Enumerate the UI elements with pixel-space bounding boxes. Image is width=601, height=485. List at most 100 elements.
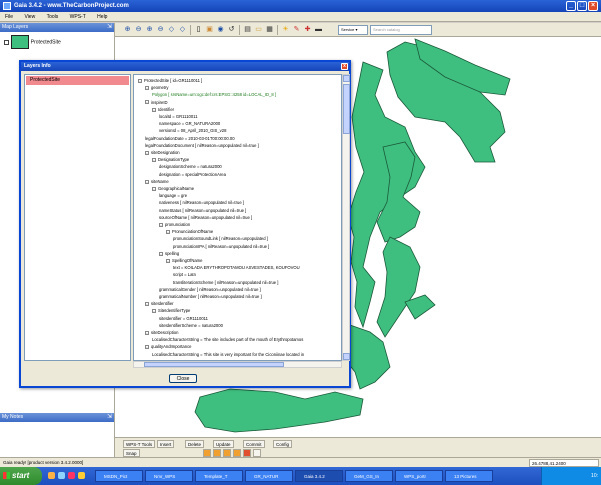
- tree-node[interactable]: versionId = 08_April_2010_GIS_v28: [159, 128, 226, 133]
- tree-toggle-icon[interactable]: -: [145, 302, 149, 307]
- last-icon[interactable]: [233, 449, 241, 457]
- tree-node[interactable]: - inspireID: [145, 100, 168, 105]
- layer-item[interactable]: ProtectedSite: [4, 35, 61, 49]
- window-icon[interactable]: [253, 449, 261, 457]
- tree-node[interactable]: - geometry: [145, 85, 168, 90]
- quicklaunch-icon[interactable]: [68, 472, 75, 479]
- tree-toggle-icon[interactable]: -: [152, 186, 156, 191]
- tree-node[interactable]: Polygon [ srsName=urn:ogc:def:crs:EPSG::…: [152, 92, 276, 97]
- tree-node[interactable]: LocalisedCharacterString = This site is …: [152, 352, 304, 357]
- tree-toggle-icon[interactable]: -: [159, 222, 163, 227]
- zoom-out-icon[interactable]: ⊖: [134, 25, 143, 34]
- tree-node[interactable]: grammaticalNumber [ nilReason=unpopulate…: [159, 294, 262, 299]
- taskbar-item[interactable]: GeM_GS_In: [345, 470, 393, 482]
- tree-toggle-icon[interactable]: -: [145, 150, 149, 155]
- select-icon[interactable]: ▣: [205, 25, 214, 34]
- menu-view[interactable]: View: [19, 12, 40, 22]
- tree-node[interactable]: - siteDescription: [145, 330, 178, 335]
- tree-toggle-icon[interactable]: -: [159, 251, 163, 256]
- identify-icon[interactable]: ▯: [194, 25, 203, 34]
- service-select[interactable]: Service ▾: [338, 25, 368, 35]
- search-input[interactable]: Search catalog: [370, 25, 432, 35]
- tree-node[interactable]: siteIdentifier = GR1110011: [159, 316, 208, 321]
- taskbar-item[interactable]: WPS_portr: [395, 470, 443, 482]
- tree-node[interactable]: transliterationScheme [ nilReason=unpopu…: [173, 280, 278, 285]
- tree-node[interactable]: - DesignationType: [152, 157, 189, 162]
- tree-node[interactable]: nativeness [ nilReason=unpopulated nil=t…: [159, 200, 244, 205]
- horizontal-scrollbar[interactable]: [133, 361, 342, 368]
- snap-button[interactable]: Snap: [123, 449, 140, 457]
- tree-toggle-icon[interactable]: -: [145, 86, 149, 91]
- scroll-up-icon[interactable]: [343, 75, 350, 82]
- print-icon[interactable]: ▤: [243, 25, 252, 34]
- tree-toggle-icon[interactable]: -: [145, 179, 149, 184]
- config-button[interactable]: Config: [273, 440, 293, 448]
- taskbar-item[interactable]: Nmr_WPS: [145, 470, 193, 482]
- zoom-window-icon[interactable]: ⊖: [156, 25, 165, 34]
- delete-button[interactable]: Delete: [185, 440, 205, 448]
- tree-node[interactable]: namespace = GR_NATURA2000: [159, 121, 220, 126]
- draw-icon[interactable]: ✎: [292, 25, 301, 34]
- measure-icon[interactable]: ▬: [314, 25, 323, 34]
- next-icon[interactable]: [223, 449, 231, 457]
- quicklaunch-icon[interactable]: [48, 472, 55, 479]
- tree-node[interactable]: LocalisedCharacterString = The site incl…: [152, 337, 303, 342]
- tree-node[interactable]: pronunciationSoundLink [ nilReason=unpop…: [173, 236, 268, 241]
- tree-node[interactable]: sourceOfName [ nilReason=unpopulated nil…: [159, 215, 252, 220]
- tree-node[interactable]: - Identifier: [152, 107, 174, 112]
- tree-node[interactable]: language = gre: [159, 193, 187, 198]
- tree-node[interactable]: - SiteIdentifierType: [152, 308, 190, 313]
- grid-icon[interactable]: ▦: [265, 25, 274, 34]
- tree-node[interactable]: pronunciationIPA [ nilReason=unpopulated…: [173, 244, 269, 249]
- pin-icon[interactable]: ⇲: [107, 413, 112, 422]
- tree-toggle-icon[interactable]: -: [145, 330, 149, 335]
- taskbar-item[interactable]: GR_NATUR: [245, 470, 293, 482]
- tree-node[interactable]: legalFoundationDate = 2010-03-01T00:00:0…: [145, 136, 235, 141]
- menu-file[interactable]: File: [0, 12, 18, 22]
- tree-node[interactable]: grammaticalGender [ nilReason=unpopulate…: [159, 287, 261, 292]
- tree-node[interactable]: localId = GR1110011: [159, 114, 198, 119]
- start-button[interactable]: start: [0, 467, 42, 485]
- minimize-button[interactable]: _: [566, 1, 576, 11]
- tree-toggle-icon[interactable]: -: [152, 309, 156, 314]
- tree-toggle-icon[interactable]: -: [145, 100, 149, 105]
- taskbar-item[interactable]: MSDN_Pict: [95, 470, 143, 482]
- scroll-thumb[interactable]: [343, 84, 350, 134]
- menu-wps-t[interactable]: WPS-T: [65, 12, 91, 22]
- vertical-scrollbar[interactable]: [342, 74, 350, 361]
- bulb-icon[interactable]: ☀: [281, 25, 290, 34]
- taskbar-item[interactable]: 13 Pictures: [445, 470, 493, 482]
- tree-toggle-icon[interactable]: -: [166, 230, 170, 235]
- feature-attribute-tree[interactable]: - ProtectedSite [ id=GR1110011 ] - geometry…: [133, 74, 342, 361]
- tree-node[interactable]: - PronunciationOfName: [166, 229, 213, 234]
- menu-tools[interactable]: Tools: [42, 12, 64, 22]
- close-button[interactable]: Close: [169, 374, 197, 383]
- pin-icon[interactable]: ⇲: [107, 23, 112, 32]
- tree-node[interactable]: - siteIdentifier: [145, 301, 174, 306]
- tree-node[interactable]: nameStatus [ nilReason=unpopulated nil=t…: [159, 208, 246, 213]
- tree-node[interactable]: siteIdentifierScheme = natura2000: [159, 323, 223, 328]
- tree-node[interactable]: - spelling: [159, 251, 179, 256]
- first-icon[interactable]: [203, 449, 211, 457]
- back-icon[interactable]: ◇: [167, 25, 176, 34]
- taskbar-item-active[interactable]: Gaia 3.4.2: [295, 470, 343, 482]
- taskbar-item[interactable]: Template_T: [195, 470, 243, 482]
- commit-button[interactable]: Commit: [243, 440, 265, 448]
- tree-node[interactable]: script = Latn: [173, 272, 196, 277]
- markup-icon[interactable]: ✚: [303, 25, 312, 34]
- tree-node[interactable]: - pronunciation: [159, 222, 190, 227]
- scroll-down-icon[interactable]: [343, 353, 350, 360]
- pan-icon[interactable]: ◉: [216, 25, 225, 34]
- forward-icon[interactable]: ◇: [178, 25, 187, 34]
- close-window-button[interactable]: ×: [588, 1, 598, 11]
- refresh-icon[interactable]: ↺: [227, 25, 236, 34]
- folder-icon[interactable]: ▭: [254, 25, 263, 34]
- tree-toggle-icon[interactable]: -: [152, 107, 156, 112]
- tree-node[interactable]: designation = specialProtectionArea: [159, 172, 226, 177]
- layer-list-item-selected[interactable]: ProtectedSite: [26, 76, 129, 85]
- tree-node[interactable]: - ProtectedSite [ id=GR1110011 ]: [138, 78, 202, 83]
- tree-toggle-icon[interactable]: -: [145, 345, 149, 350]
- insert-button[interactable]: Insert: [157, 440, 175, 448]
- tree-toggle-icon[interactable]: -: [138, 78, 142, 83]
- tree-node[interactable]: - siteName: [145, 179, 169, 184]
